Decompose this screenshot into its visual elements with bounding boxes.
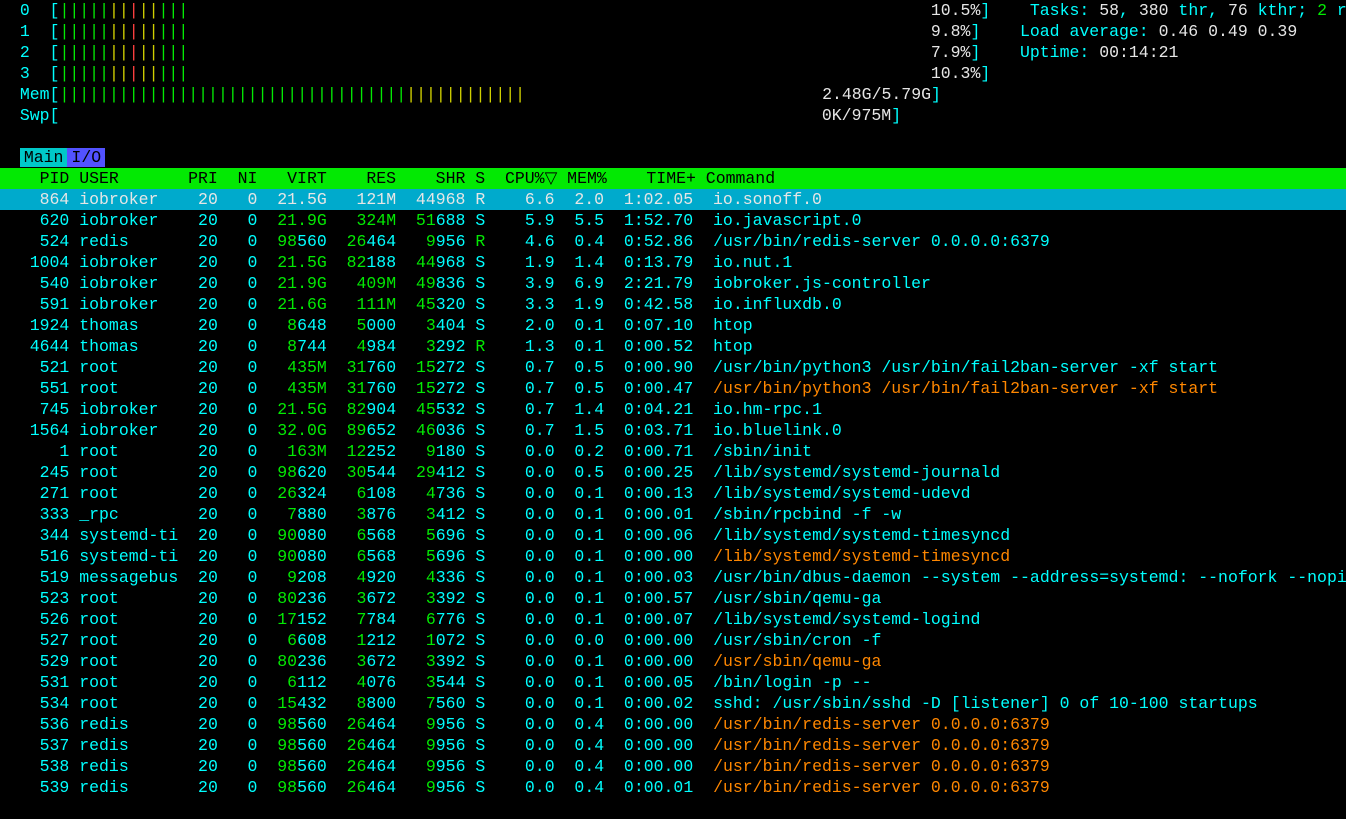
process-row[interactable]: 521 root 20 0 435M 31760 15272 S 0.7 0.5… [0, 357, 1346, 378]
process-row[interactable]: 524 redis 20 0 98560 26464 9956 R 4.6 0.… [0, 231, 1346, 252]
process-row[interactable]: 539 redis 20 0 98560 26464 9956 S 0.0 0.… [0, 777, 1346, 798]
process-row[interactable]: 1564 iobroker 20 0 32.0G 89652 46036 S 0… [0, 420, 1346, 441]
process-row[interactable]: 540 iobroker 20 0 21.9G 409M 49836 S 3.9… [0, 273, 1346, 294]
process-row[interactable]: 1004 iobroker 20 0 21.5G 82188 44968 S 1… [0, 252, 1346, 273]
process-row[interactable]: 620 iobroker 20 0 21.9G 324M 51688 S 5.9… [0, 210, 1346, 231]
mem-meter: Mem[||||||||||||||||||||||||||||||||||||… [0, 84, 1346, 105]
process-row[interactable]: 333 _rpc 20 0 7880 3876 3412 S 0.0 0.1 0… [0, 504, 1346, 525]
tab-main[interactable]: Main [20, 148, 68, 167]
tab-io[interactable]: I/O [67, 148, 105, 167]
process-row[interactable]: 529 root 20 0 80236 3672 3392 S 0.0 0.1 … [0, 651, 1346, 672]
process-row[interactable]: 538 redis 20 0 98560 26464 9956 S 0.0 0.… [0, 756, 1346, 777]
column-header[interactable]: PID USER PRI NI VIRT RES SHR S CPU%▽ MEM… [0, 168, 1346, 189]
process-row[interactable]: 527 root 20 0 6608 1212 1072 S 0.0 0.0 0… [0, 630, 1346, 651]
process-row[interactable]: 745 iobroker 20 0 21.5G 82904 45532 S 0.… [0, 399, 1346, 420]
process-row[interactable]: 1 root 20 0 163M 12252 9180 S 0.0 0.2 0:… [0, 441, 1346, 462]
process-row[interactable]: 523 root 20 0 80236 3672 3392 S 0.0 0.1 … [0, 588, 1346, 609]
process-row[interactable]: 551 root 20 0 435M 31760 15272 S 0.7 0.5… [0, 378, 1346, 399]
process-row[interactable]: 526 root 20 0 17152 7784 6776 S 0.0 0.1 … [0, 609, 1346, 630]
process-row[interactable]: 516 systemd-ti 20 0 90080 6568 5696 S 0.… [0, 546, 1346, 567]
cpu-meter-2: 2 [||||||||||||| 7.9%] Uptime: 00:14:21 [0, 42, 1346, 63]
process-row[interactable]: 864 iobroker 20 0 21.5G 121M 44968 R 6.6… [0, 189, 1346, 210]
process-row[interactable]: 4644 thomas 20 0 8744 4984 3292 R 1.3 0.… [0, 336, 1346, 357]
process-row[interactable]: 537 redis 20 0 98560 26464 9956 S 0.0 0.… [0, 735, 1346, 756]
process-row[interactable]: 519 messagebus 20 0 9208 4920 4336 S 0.0… [0, 567, 1346, 588]
process-row[interactable]: 536 redis 20 0 98560 26464 9956 S 0.0 0.… [0, 714, 1346, 735]
process-row[interactable]: 344 systemd-ti 20 0 90080 6568 5696 S 0.… [0, 525, 1346, 546]
process-row[interactable]: 534 root 20 0 15432 8800 7560 S 0.0 0.1 … [0, 693, 1346, 714]
process-row[interactable]: 1924 thomas 20 0 8648 5000 3404 S 2.0 0.… [0, 315, 1346, 336]
cpu-meter-3: 3 [||||||||||||| 10.3%] [0, 63, 1346, 84]
process-row[interactable]: 531 root 20 0 6112 4076 3544 S 0.0 0.1 0… [0, 672, 1346, 693]
tab-bar: MainI/O [0, 147, 1346, 168]
cpu-meter-1: 1 [||||||||||||| 9.8%] Load average: 0.4… [0, 21, 1346, 42]
swp-meter: Swp[ 0K/975M] [0, 105, 1346, 126]
cpu-meter-0: 0 [||||||||||||| 10.5%] Tasks: 58, 380 t… [0, 0, 1346, 21]
process-row[interactable]: 591 iobroker 20 0 21.6G 111M 45320 S 3.3… [0, 294, 1346, 315]
process-row[interactable]: 271 root 20 0 26324 6108 4736 S 0.0 0.1 … [0, 483, 1346, 504]
process-row[interactable]: 245 root 20 0 98620 30544 29412 S 0.0 0.… [0, 462, 1346, 483]
